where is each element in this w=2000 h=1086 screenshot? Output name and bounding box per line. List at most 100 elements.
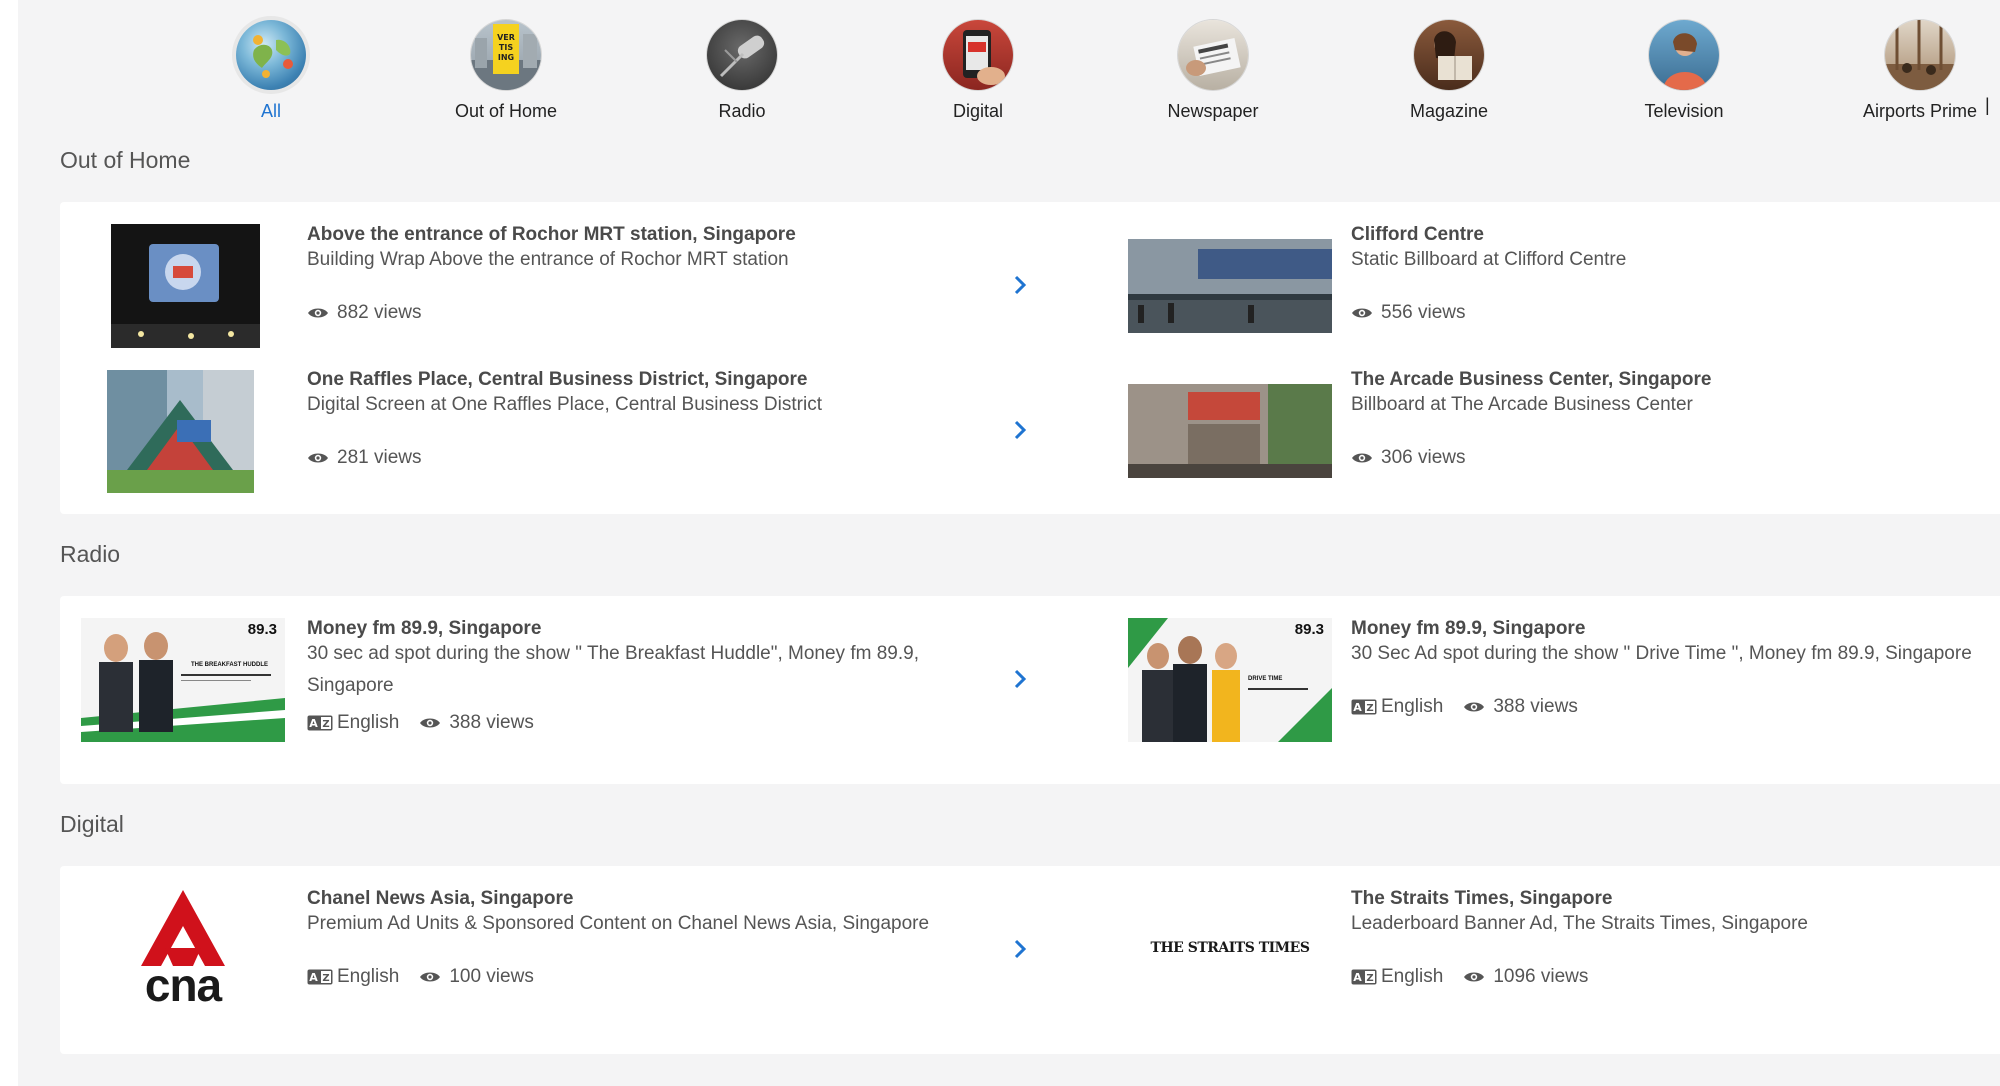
listing-item[interactable]: The Arcade Business Center, Singapore Bi… <box>1060 347 2000 492</box>
listing-title[interactable]: Money fm 89.9, Singapore <box>1351 618 1585 640</box>
newspaper-icon <box>1178 20 1248 90</box>
listing-item[interactable]: Clifford Centre Static Billboard at Clif… <box>1060 202 2000 347</box>
listing-meta: 281 views <box>307 447 422 469</box>
views-count: 882 views <box>307 302 422 324</box>
cna-logo: cna <box>81 888 285 1012</box>
listing-meta: AZ English 100 views <box>307 966 534 988</box>
listing-meta: AZ English 1096 views <box>1351 966 1588 988</box>
listing-subtitle: Billboard at The Arcade Business Center <box>1351 394 1693 415</box>
listing-subtitle: Building Wrap Above the entrance of Roch… <box>307 249 789 270</box>
chevron-right-icon[interactable] <box>1009 668 1031 690</box>
section-title-radio: Radio <box>60 541 121 567</box>
thumbnail-brand-text: 89.3 <box>247 621 277 638</box>
translate-icon: AZ <box>307 969 333 985</box>
category-all[interactable]: All <box>171 20 371 122</box>
svg-text:A: A <box>309 717 318 730</box>
listing-item[interactable]: Above the entrance of Rochor MRT station… <box>60 202 1060 348</box>
globe-icon <box>236 20 306 90</box>
views-count: 100 views <box>419 966 534 988</box>
category-label: Television <box>1644 101 1724 121</box>
listing-thumbnail <box>1128 384 1332 478</box>
category-airports-prime[interactable]: Airports Prime <box>1820 20 2000 122</box>
listing-item[interactable]: One Raffles Place, Central Business Dist… <box>60 347 1060 493</box>
views-text: 556 views <box>1381 302 1466 323</box>
views-count: 556 views <box>1351 302 1466 324</box>
svg-text:TIS: TIS <box>499 43 513 52</box>
listing-title[interactable]: One Raffles Place, Central Business Dist… <box>307 369 808 391</box>
category-magazine[interactable]: Magazine <box>1349 20 1549 122</box>
views-text: 882 views <box>337 302 422 323</box>
translate-icon: AZ <box>1351 969 1377 985</box>
svg-text:A: A <box>1353 701 1362 714</box>
listing-meta: 882 views <box>307 302 422 324</box>
listing-item[interactable]: 89.3 THE BREAKFAST HUDDLE Money fm 89.9,… <box>60 596 1060 784</box>
listing-title[interactable]: Clifford Centre <box>1351 224 1484 246</box>
listing-meta: AZ English 388 views <box>307 712 534 734</box>
section-card-out-of-home: Above the entrance of Rochor MRT station… <box>60 202 2000 514</box>
eye-icon <box>1352 453 1372 463</box>
tv-viewer-icon <box>1649 20 1719 90</box>
chevron-right-icon[interactable] <box>1009 419 1031 441</box>
svg-text:Z: Z <box>1366 973 1373 984</box>
views-text: 306 views <box>1381 447 1466 468</box>
chevron-right-icon[interactable] <box>1009 274 1031 296</box>
category-bar: All VER TIS ING Out of Home Radio Digita… <box>60 0 2000 125</box>
eye-icon <box>1352 308 1372 318</box>
listing-title[interactable]: Above the entrance of Rochor MRT station… <box>307 224 796 246</box>
eye-icon <box>420 972 441 982</box>
eye-icon <box>308 453 328 463</box>
svg-text:Z: Z <box>322 973 329 984</box>
category-label: Radio <box>718 101 766 121</box>
category-label: Digital <box>952 101 1004 121</box>
category-out-of-home[interactable]: VER TIS ING Out of Home <box>406 20 606 122</box>
category-next-cut[interactable]: | <box>1985 95 1990 116</box>
listing-title[interactable]: Money fm 89.9, Singapore <box>307 618 541 640</box>
language-text: English <box>337 712 400 733</box>
listing-thumbnail <box>1128 239 1332 333</box>
category-digital[interactable]: Digital <box>878 20 1078 122</box>
language-text: English <box>337 966 400 987</box>
svg-text:Z: Z <box>1366 703 1373 714</box>
views-text: 281 views <box>337 447 422 468</box>
category-label: Newspaper <box>1167 101 1259 121</box>
views-text: 388 views <box>449 712 534 733</box>
listing-subtitle: Premium Ad Units & Sponsored Content on … <box>307 913 930 934</box>
views-text: 100 views <box>449 966 534 987</box>
category-television[interactable]: Television <box>1584 20 1784 122</box>
views-text: 388 views <box>1493 696 1578 717</box>
listing-item[interactable]: 89.3 DRIVE TIME Money fm 89.9, Singapore… <box>1060 596 2000 784</box>
language-tag: AZ English <box>307 966 399 988</box>
listing-meta: 306 views <box>1351 447 1466 469</box>
views-count: 306 views <box>1351 447 1466 469</box>
language-tag: AZ English <box>1351 696 1443 718</box>
category-label: Airports Prime <box>1862 101 1978 121</box>
listing-subtitle: 30 sec ad spot during the show " The Bre… <box>307 643 919 696</box>
listing-title[interactable]: Chanel News Asia, Singapore <box>307 888 573 910</box>
translate-icon: AZ <box>307 715 333 731</box>
listing-title[interactable]: The Arcade Business Center, Singapore <box>1351 369 1711 391</box>
chevron-right-icon[interactable] <box>1009 938 1031 960</box>
magazine-reader-icon <box>1414 20 1484 90</box>
views-count: 388 views <box>419 712 534 734</box>
svg-text:VER: VER <box>497 33 515 42</box>
category-newspaper[interactable]: Newspaper <box>1113 20 1313 122</box>
category-label: Magazine <box>1409 101 1489 121</box>
svg-text:A: A <box>309 971 318 984</box>
category-radio[interactable]: Radio <box>642 20 842 122</box>
svg-text:A: A <box>1353 971 1362 984</box>
listing-title[interactable]: The Straits Times, Singapore <box>1351 888 1613 910</box>
section-card-digital: cna Chanel News Asia, Singapore Premium … <box>60 866 2000 1054</box>
airport-icon <box>1885 20 1955 90</box>
listing-subtitle: 30 Sec Ad spot during the show " Drive T… <box>1351 643 1972 664</box>
listing-item[interactable]: THE STRAITS TIMES The Straits Times, Sin… <box>1060 866 2000 1054</box>
eye-icon <box>420 718 441 728</box>
eye-icon <box>1464 702 1485 712</box>
straits-times-logo: THE STRAITS TIMES <box>1128 888 1332 1012</box>
billboard-icon: VER TIS ING <box>471 20 541 90</box>
listing-item[interactable]: cna Chanel News Asia, Singapore Premium … <box>60 866 1060 1054</box>
views-count: 281 views <box>307 447 422 469</box>
listing-subtitle: Digital Screen at One Raffles Place, Cen… <box>307 394 822 415</box>
listing-thumbnail: 89.3 THE BREAKFAST HUDDLE <box>81 618 285 742</box>
views-count: 1096 views <box>1463 966 1588 988</box>
listing-meta: 556 views <box>1351 302 1466 324</box>
